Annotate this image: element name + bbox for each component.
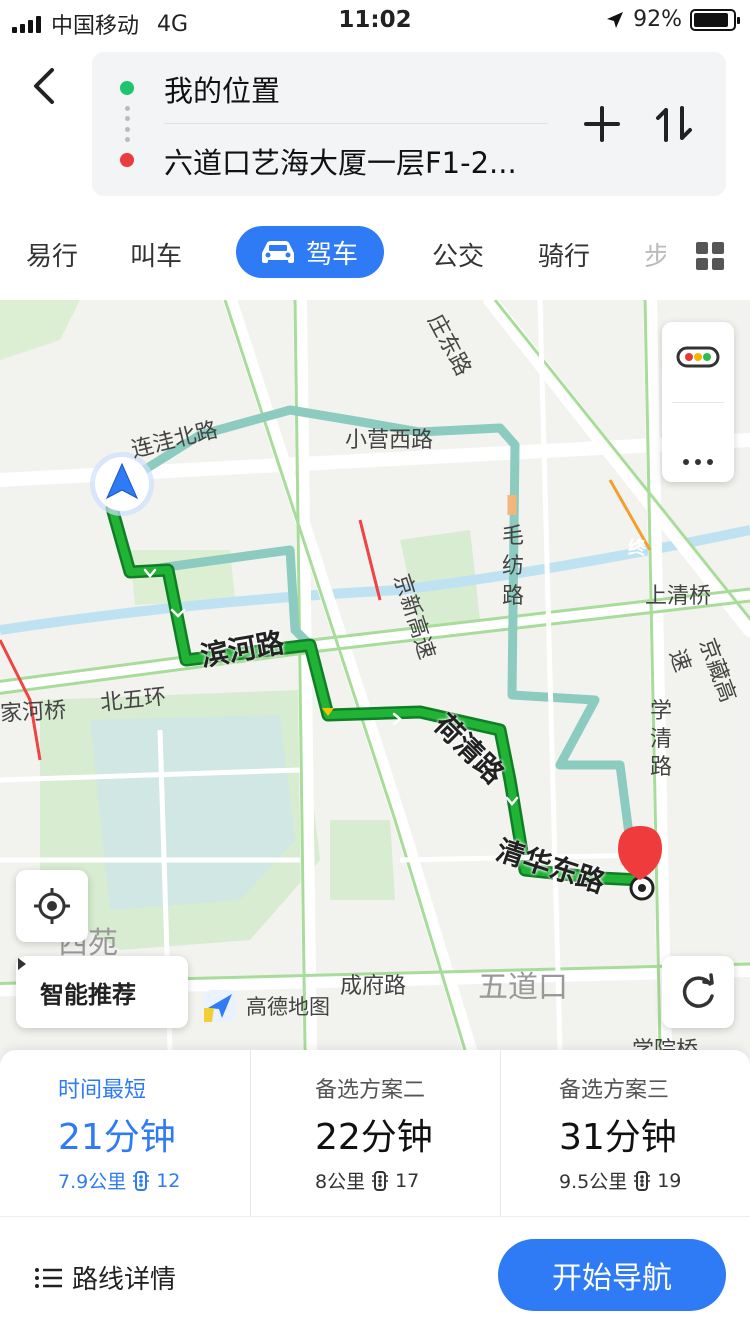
- car-icon: [262, 241, 294, 263]
- route-2-meta: 8公里 17: [315, 1167, 419, 1194]
- traffic-light-small-icon: [133, 1170, 150, 1191]
- route-header: 我的位置 六道口艺海大厦一层F1-2... 易行 叫车 驾车 公交 骑行 步: [0, 40, 750, 300]
- route-details-button[interactable]: 路线详情: [34, 1259, 176, 1296]
- tab-bus[interactable]: 公交: [432, 236, 484, 273]
- smart-recommend-button[interactable]: 智能推荐: [16, 956, 188, 1028]
- traffic-light-small-icon: [634, 1170, 651, 1191]
- road-label-xueqing: 学清路: [650, 699, 673, 780]
- origin-dot-icon: [120, 81, 134, 95]
- road-label-xueyuan-bridge: 学院桥: [632, 1032, 698, 1050]
- tab-yixing[interactable]: 易行: [26, 236, 78, 273]
- route-option-3[interactable]: 备选方案三 31分钟 9.5公里 19: [500, 1050, 750, 1216]
- route-3-label: 备选方案三: [559, 1078, 670, 1103]
- road-label-maofang: 毛纺路: [502, 524, 525, 609]
- add-waypoint-icon[interactable]: [580, 102, 624, 146]
- start-navigation-button[interactable]: 开始导航: [498, 1239, 726, 1311]
- map-view[interactable]: 滨河路 荷清路 清华东路 连洼北路 小营西路 毛纺路 京新高速 上清桥 京藏高速…: [0, 300, 750, 1050]
- road-label-xiaoying-west: 小营西路: [345, 428, 434, 453]
- route-1-time: 21分钟: [58, 1117, 176, 1158]
- route-1-label: 时间最短: [58, 1078, 147, 1103]
- locate-button[interactable]: [16, 870, 88, 942]
- list-icon: [35, 1267, 62, 1288]
- smart-recommend-label: 智能推荐: [40, 980, 136, 1009]
- triangle-right-icon: [18, 958, 26, 970]
- route-1-distance: 7.9公里: [58, 1171, 127, 1193]
- route-option-1[interactable]: 时间最短 21分钟 7.9公里 12: [0, 1050, 250, 1216]
- route-details-label: 路线详情: [72, 1265, 177, 1295]
- transport-tabs: 易行 叫车 驾车 公交 骑行 步: [0, 226, 750, 282]
- traffic-light-icon[interactable]: [676, 344, 720, 370]
- route-3-distance: 9.5公里: [559, 1171, 628, 1193]
- location-arrow-icon: [607, 11, 624, 28]
- route-options: 时间最短 21分钟 7.9公里 12 备选方案二 22分钟 8公里 17 备选方…: [0, 1050, 750, 1216]
- locate-icon: [34, 888, 70, 924]
- route-2-time: 22分钟: [315, 1117, 433, 1158]
- route-1-meta: 7.9公里 12: [58, 1167, 180, 1194]
- battery-percent: 92%: [633, 7, 682, 32]
- more-options-icon[interactable]: [682, 458, 714, 466]
- road-label-chengfu: 成府路: [340, 974, 407, 999]
- traffic-light-small-icon: [372, 1170, 389, 1191]
- origin-field[interactable]: 我的位置: [164, 68, 280, 110]
- end-marker-label: 终: [628, 538, 646, 559]
- battery-icon: [690, 8, 740, 31]
- road-label-jiahe: 家河桥: [0, 698, 67, 727]
- destination-dot-icon: [120, 153, 134, 167]
- panel-divider: [672, 402, 724, 403]
- status-bar: 中国移动 4G 11:02 92%: [0, 0, 750, 40]
- more-modes-grid-icon[interactable]: [696, 242, 724, 270]
- route-3-lights: 19: [657, 1169, 682, 1192]
- map-tools-panel: [662, 322, 734, 482]
- route-2-lights: 17: [395, 1169, 420, 1192]
- tab-taxi[interactable]: 叫车: [130, 236, 182, 273]
- field-divider: [164, 123, 548, 124]
- swap-icon[interactable]: [652, 102, 696, 146]
- bottom-action-bar: 路线详情 开始导航: [0, 1216, 750, 1334]
- route-2-distance: 8公里: [315, 1171, 366, 1193]
- road-label-shangqing: 上清桥: [645, 584, 712, 609]
- back-arrow-icon[interactable]: [26, 64, 66, 108]
- route-search-box: 我的位置 六道口艺海大厦一层F1-2...: [92, 52, 726, 196]
- amap-logo-icon: [204, 990, 236, 1022]
- road-label-beiwuhuan: 北五环: [99, 684, 168, 717]
- refresh-icon: [682, 973, 714, 1008]
- route-2-label: 备选方案二: [315, 1078, 426, 1103]
- route-3-time: 31分钟: [559, 1117, 677, 1158]
- tab-drive[interactable]: 驾车: [236, 226, 385, 278]
- refresh-button[interactable]: [662, 956, 734, 1028]
- area-label-wudaokou: 五道口: [478, 970, 568, 1005]
- route-3-meta: 9.5公里 19: [559, 1167, 681, 1194]
- tab-walk[interactable]: 步: [644, 236, 666, 273]
- tab-drive-label: 驾车: [306, 239, 359, 270]
- route-option-2[interactable]: 备选方案二 22分钟 8公里 17: [250, 1050, 500, 1216]
- connector-dots: [124, 106, 130, 142]
- route-1-lights: 12: [156, 1169, 181, 1192]
- tab-bike[interactable]: 骑行: [538, 236, 590, 273]
- brand-label: 高德地图: [246, 995, 330, 1019]
- destination-field[interactable]: 六道口艺海大厦一层F1-2...: [164, 140, 517, 182]
- map-brand: 高德地图: [202, 988, 330, 1024]
